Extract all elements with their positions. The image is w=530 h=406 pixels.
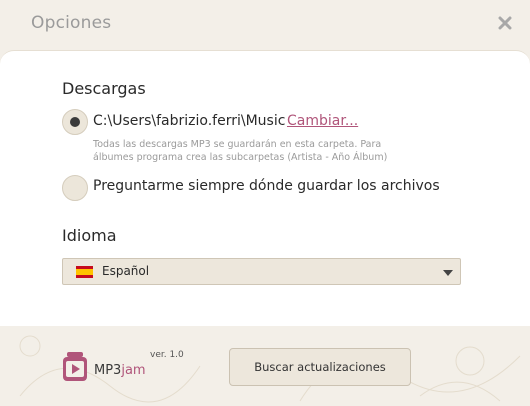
radio-always-ask[interactable] xyxy=(62,175,88,201)
brand-suffix: jam xyxy=(121,363,146,378)
language-select-value: Español xyxy=(102,264,150,278)
language-select[interactable]: Español xyxy=(62,258,461,285)
mp3jam-logo-icon xyxy=(62,352,88,382)
downloads-section-title: Descargas xyxy=(62,79,146,98)
download-hint-text: Todas las descargas MP3 se guardarán en … xyxy=(93,139,388,163)
chevron-down-icon xyxy=(443,270,453,276)
version-label: ver. 1.0 xyxy=(150,350,184,360)
check-updates-button[interactable]: Buscar actualizaciones xyxy=(229,348,411,386)
language-section-title: Idioma xyxy=(62,226,117,245)
change-folder-link[interactable]: Cambiar... xyxy=(287,113,358,129)
spain-flag-icon xyxy=(76,266,93,278)
radio-download-path[interactable] xyxy=(62,109,88,135)
window-title: Opciones xyxy=(31,13,112,33)
download-path-text: C:\Users\fabrizio.ferri\Music xyxy=(93,113,286,129)
close-icon[interactable] xyxy=(494,12,516,34)
mp3jam-logo-text: MP3jam xyxy=(94,363,146,378)
title-bar: Opciones xyxy=(0,0,530,50)
brand-prefix: MP3 xyxy=(94,363,122,378)
always-ask-label: Preguntarme siempre dónde guardar los ar… xyxy=(93,178,440,194)
